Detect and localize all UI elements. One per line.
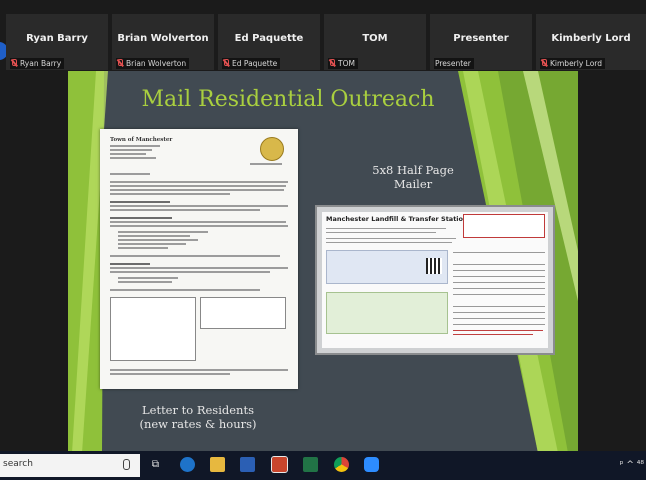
search-placeholder: search bbox=[3, 459, 33, 469]
participant-name: Ryan Barry bbox=[26, 33, 88, 44]
shared-screen-slide: Mail Residential Outreach Town of Manche… bbox=[68, 71, 578, 453]
participant-tile-brian-wolverton[interactable]: Brian Wolverton Brian Wolverton bbox=[112, 14, 214, 70]
participant-label: TOM bbox=[328, 58, 358, 69]
edge-browser-icon[interactable] bbox=[180, 457, 195, 472]
participant-name: Kimberly Lord bbox=[551, 33, 631, 44]
participant-tile-presenter[interactable]: Presenter Presenter bbox=[430, 14, 532, 70]
participant-label-text: Ed Paquette bbox=[232, 59, 278, 68]
half-page-mailer-preview: Manchester Landfill & Transfer Station bbox=[315, 205, 555, 355]
slide-title: Mail Residential Outreach bbox=[141, 87, 435, 112]
mailer-card: Manchester Landfill & Transfer Station bbox=[322, 212, 548, 348]
participant-name: Brian Wolverton bbox=[117, 33, 209, 44]
mailer-recycling-section bbox=[326, 292, 448, 334]
participant-tile-tom[interactable]: TOM TOM bbox=[324, 14, 426, 70]
muted-mic-icon bbox=[223, 59, 229, 67]
letter-caption: Letter to Residents (new rates & hours) bbox=[128, 403, 268, 431]
participant-label-text: TOM bbox=[338, 59, 355, 68]
mailer-rates-table bbox=[453, 242, 545, 342]
participant-name: Ed Paquette bbox=[234, 33, 304, 44]
mailer-caption-line-1: 5x8 Half Page bbox=[372, 163, 454, 177]
letter-to-residents-preview: Town of Manchester bbox=[100, 129, 298, 389]
participant-tile-kimberly-lord[interactable]: Kimberly Lord Kimberly Lord bbox=[536, 14, 646, 70]
letter-heading: Town of Manchester bbox=[110, 137, 173, 143]
muted-mic-icon bbox=[11, 59, 17, 67]
letter-caption-line-2: (new rates & hours) bbox=[139, 417, 257, 431]
task-view-icon[interactable]: ⧉ bbox=[148, 457, 163, 472]
rates-table bbox=[110, 297, 196, 361]
letter-caption-line-1: Letter to Residents bbox=[142, 403, 254, 417]
excel-icon[interactable] bbox=[303, 457, 318, 472]
muted-mic-icon bbox=[541, 59, 547, 67]
mailer-contact-box bbox=[463, 214, 545, 238]
participant-label-text: Brian Wolverton bbox=[126, 59, 187, 68]
powerpoint-icon[interactable] bbox=[271, 456, 288, 473]
participant-label: Presenter bbox=[434, 58, 474, 69]
mailer-title: Manchester Landfill & Transfer Station bbox=[326, 215, 468, 223]
rates-table-secondary bbox=[200, 297, 286, 329]
town-seal-icon bbox=[260, 137, 284, 161]
zoom-meeting-window: Ryan Barry Ryan Barry Brian Wolverton Br… bbox=[0, 0, 646, 480]
participant-tile-ed-paquette[interactable]: Ed Paquette Ed Paquette bbox=[218, 14, 320, 70]
zoom-icon[interactable] bbox=[364, 457, 379, 472]
participant-label-text: Ryan Barry bbox=[20, 59, 62, 68]
qr-code-icon bbox=[426, 258, 442, 274]
participant-label: Ryan Barry bbox=[10, 58, 65, 69]
letter-header: Town of Manchester bbox=[110, 137, 220, 143]
taskbar-search-box[interactable]: search bbox=[0, 454, 140, 477]
microphone-icon[interactable] bbox=[123, 459, 130, 470]
participant-label: Ed Paquette bbox=[222, 58, 281, 69]
muted-mic-icon bbox=[329, 59, 335, 67]
chrome-icon[interactable] bbox=[334, 457, 349, 472]
muted-mic-icon bbox=[117, 59, 123, 67]
participant-name: TOM bbox=[362, 33, 388, 44]
participant-name: Presenter bbox=[453, 33, 509, 44]
word-icon[interactable] bbox=[240, 457, 255, 472]
participant-label-text: Kimberly Lord bbox=[550, 59, 603, 68]
file-explorer-icon[interactable] bbox=[210, 457, 225, 472]
participant-label-text: Presenter bbox=[435, 59, 471, 68]
mailer-caption-line-2: Mailer bbox=[393, 177, 433, 191]
participant-tile-ryan-barry[interactable]: Ryan Barry Ryan Barry bbox=[6, 14, 108, 70]
participant-label: Brian Wolverton bbox=[116, 58, 190, 69]
windows-taskbar: search ⧉ ᵖ ^ ⁴⁸ bbox=[0, 451, 646, 480]
participant-label: Kimberly Lord bbox=[540, 58, 606, 69]
mailer-caption: 5x8 Half Page Mailer bbox=[358, 163, 468, 191]
participant-strip: Ryan Barry Ryan Barry Brian Wolverton Br… bbox=[0, 14, 646, 70]
system-tray[interactable]: ᵖ ^ ⁴⁸ bbox=[620, 460, 644, 470]
